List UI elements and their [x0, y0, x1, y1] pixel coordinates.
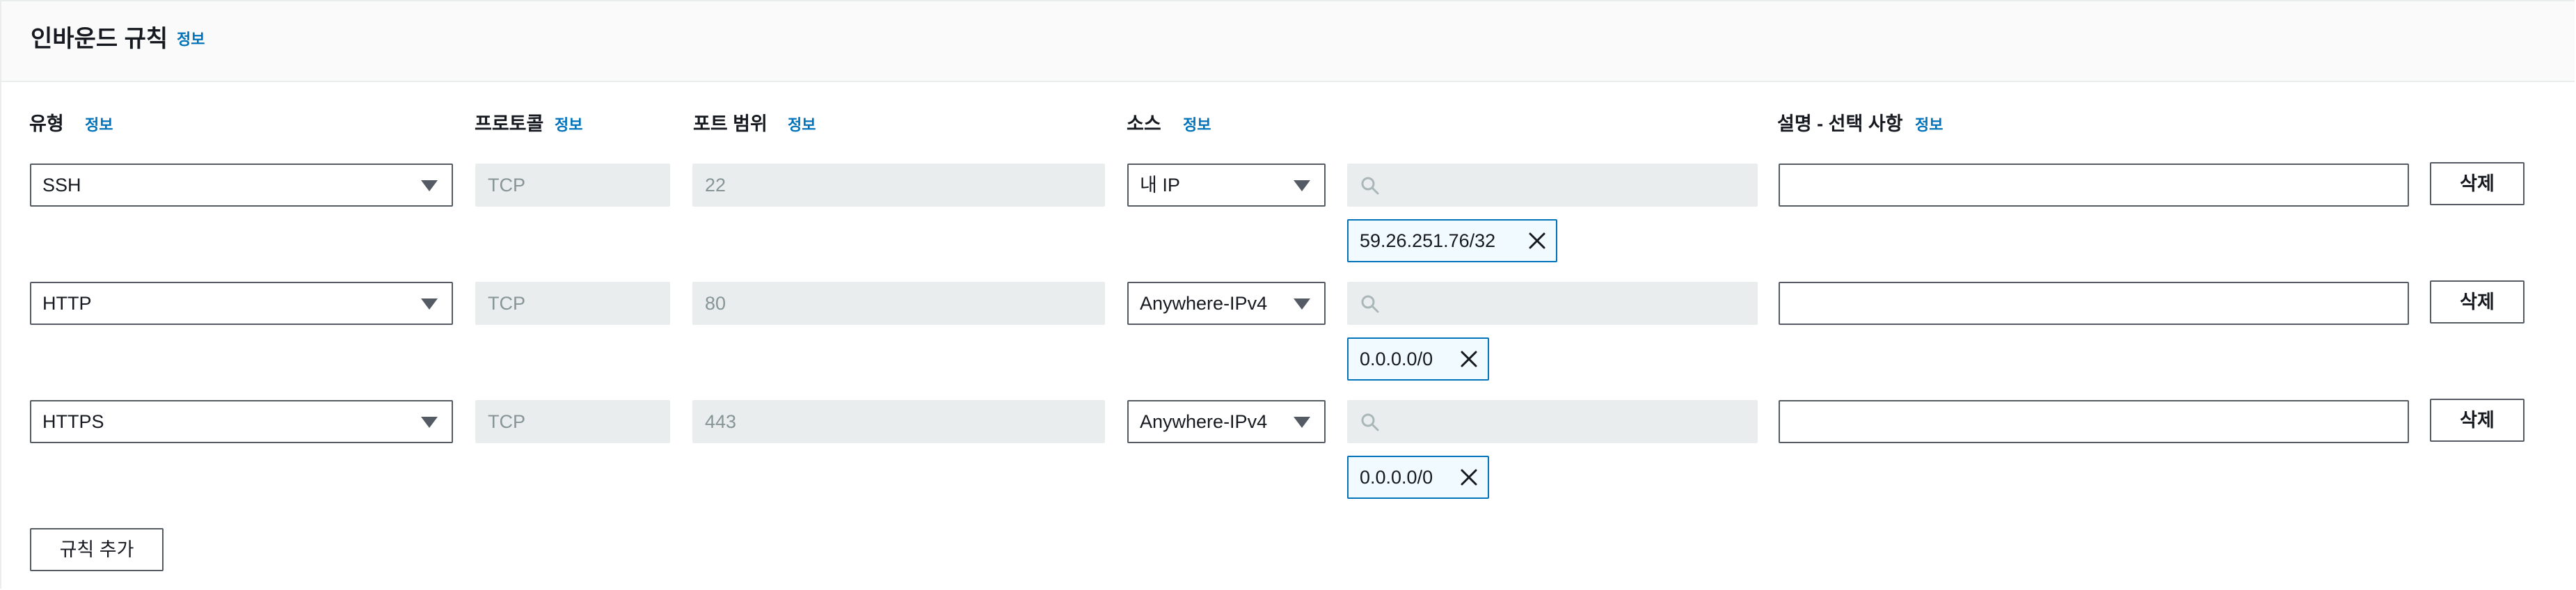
cidr-token-label: 59.26.251.76/32 — [1360, 230, 1496, 251]
description-input[interactable] — [1779, 400, 2409, 443]
caret-down-icon — [421, 298, 438, 310]
port-range-field: 22 — [692, 164, 1105, 207]
cidr-token: 0.0.0.0/0 — [1347, 337, 1489, 381]
protocol-field: TCP — [475, 282, 670, 325]
source-value: Anywhere-IPv4 — [1140, 411, 1268, 432]
description-input[interactable] — [1779, 282, 2409, 325]
column-info-protocol[interactable]: 정보 — [555, 113, 582, 135]
section-info-link[interactable]: 정보 — [177, 27, 205, 49]
protocol-field: TCP — [475, 164, 670, 207]
search-icon — [1361, 177, 1379, 195]
column-info-type[interactable]: 정보 — [85, 113, 113, 135]
column-label-port-range: 포트 범위 — [693, 113, 768, 134]
cidr-token: 0.0.0.0/0 — [1347, 456, 1489, 499]
source-search-input[interactable] — [1347, 282, 1758, 325]
column-label-source: 소스 — [1127, 113, 1161, 134]
port-range-field: 443 — [692, 400, 1105, 443]
cidr-token-label: 0.0.0.0/0 — [1360, 349, 1433, 369]
cidr-token: 59.26.251.76/32 — [1347, 219, 1557, 262]
search-icon — [1361, 295, 1379, 313]
panel-header: 인바운드 규칙 정보 — [1, 1, 2575, 82]
protocol-field: TCP — [475, 400, 670, 443]
delete-button[interactable]: 삭제 — [2430, 162, 2525, 205]
source-select[interactable]: 내 IP — [1127, 164, 1326, 207]
column-info-port-range[interactable]: 정보 — [788, 113, 816, 135]
source-search-input[interactable] — [1347, 400, 1758, 443]
rule-type-value: HTTP — [42, 293, 92, 314]
source-value: Anywhere-IPv4 — [1140, 293, 1268, 314]
add-rule-button[interactable]: 규칙 추가 — [30, 528, 164, 571]
close-icon[interactable] — [1528, 232, 1546, 250]
source-value: 내 IP — [1140, 175, 1180, 196]
caret-down-icon — [421, 180, 438, 191]
inbound-rules-panel: 인바운드 규칙 정보 유형 정보 프로토콜 정보 포트 범위 정보 소스 정보 … — [0, 0, 2575, 589]
close-icon[interactable] — [1460, 350, 1478, 368]
rule-type-select[interactable]: HTTPS — [30, 400, 453, 443]
rule-type-value: SSH — [42, 175, 81, 196]
rule-type-select[interactable]: SSH — [30, 164, 453, 207]
column-label-description: 설명 - 선택 사항 — [1777, 113, 1903, 134]
search-icon — [1361, 413, 1379, 431]
source-select[interactable]: Anywhere-IPv4 — [1127, 282, 1326, 325]
column-label-protocol: 프로토콜 — [475, 113, 544, 134]
caret-down-icon — [1294, 180, 1310, 191]
section-title: 인바운드 규칙 — [31, 26, 168, 52]
description-input[interactable] — [1779, 164, 2409, 207]
port-range-field: 80 — [692, 282, 1105, 325]
column-info-description[interactable]: 정보 — [1915, 113, 1943, 135]
column-info-source[interactable]: 정보 — [1183, 113, 1211, 135]
delete-button[interactable]: 삭제 — [2430, 399, 2525, 442]
source-search-input[interactable] — [1347, 164, 1758, 207]
caret-down-icon — [1294, 298, 1310, 310]
source-select[interactable]: Anywhere-IPv4 — [1127, 400, 1326, 443]
cidr-token-label: 0.0.0.0/0 — [1360, 467, 1433, 488]
delete-button[interactable]: 삭제 — [2430, 280, 2525, 324]
rule-type-select[interactable]: HTTP — [30, 282, 453, 325]
caret-down-icon — [1294, 417, 1310, 428]
column-label-type: 유형 — [29, 113, 64, 134]
caret-down-icon — [421, 417, 438, 428]
close-icon[interactable] — [1460, 468, 1478, 486]
rule-type-value: HTTPS — [42, 411, 104, 432]
